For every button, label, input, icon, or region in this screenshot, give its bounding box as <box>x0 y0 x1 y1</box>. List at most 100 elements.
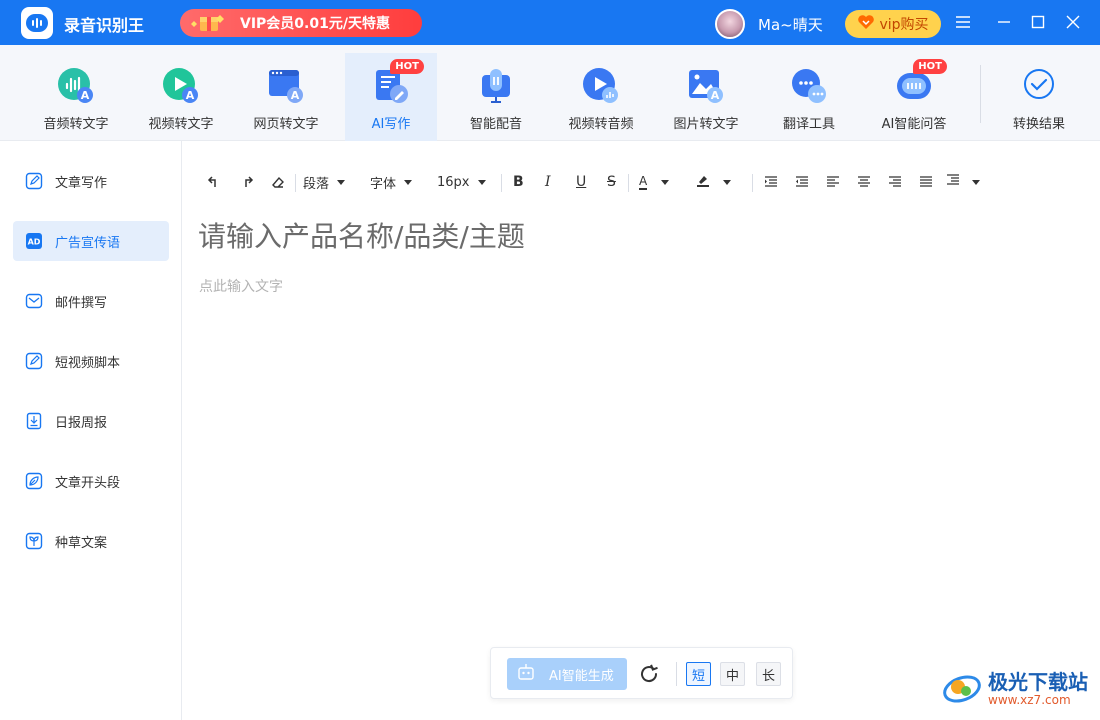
paragraph-select[interactable]: 段落 <box>303 168 346 196</box>
sidebar-item-ad-slogan[interactable]: AD 广告宣传语 <box>13 221 169 261</box>
app-title: 录音识别王 <box>64 16 145 35</box>
tool-label: 智能配音 <box>469 117 522 132</box>
body-input[interactable]: 点此输入文字 <box>199 276 283 296</box>
translate-icon <box>790 67 828 105</box>
tool-translate[interactable]: 翻译工具 <box>763 53 855 141</box>
maximize-icon[interactable] <box>1028 12 1048 32</box>
close-icon[interactable] <box>1063 12 1083 32</box>
bold-button[interactable]: B <box>513 168 524 196</box>
chevron-down-icon <box>972 179 980 185</box>
align-justify-icon[interactable] <box>919 168 933 196</box>
font-family-select[interactable]: 字体 <box>370 168 413 196</box>
tool-ai-writing[interactable]: HOT AI写作 <box>345 53 437 141</box>
image-to-text-icon: A <box>687 67 725 105</box>
undo-icon[interactable] <box>207 168 221 196</box>
sidebar-item-video-script[interactable]: 短视频脚本 <box>13 341 169 381</box>
align-right-icon[interactable] <box>888 168 902 196</box>
strikethrough-button[interactable]: S <box>607 168 616 196</box>
font-color-icon: A <box>639 173 648 190</box>
refresh-icon[interactable] <box>637 662 661 686</box>
length-short-button[interactable]: 短 <box>686 662 711 686</box>
tool-ai-qa[interactable]: HOT AI智能问答 <box>868 53 960 141</box>
eraser-icon[interactable] <box>271 168 285 196</box>
indent-decrease-icon[interactable] <box>795 168 809 196</box>
vip-heart-icon <box>857 14 875 34</box>
audio-to-text-icon: A <box>57 67 95 105</box>
highlight-button[interactable] <box>695 168 731 196</box>
tool-label: 视频转音频 <box>568 117 634 132</box>
sidebar-item-article-writing[interactable]: 文章写作 <box>13 161 169 201</box>
web-to-text-icon: A <box>267 67 305 105</box>
svg-text:A: A <box>186 89 195 102</box>
line-height-icon <box>946 174 960 190</box>
check-circle-icon <box>1020 67 1058 105</box>
hot-badge: HOT <box>390 59 424 74</box>
tool-conversion-result[interactable]: 转换结果 <box>993 53 1085 141</box>
avatar[interactable] <box>715 9 745 39</box>
title-input[interactable]: 请输入产品名称/品类/主题 <box>198 215 525 255</box>
redo-icon[interactable] <box>240 168 254 196</box>
sidebar-item-opening-paragraph[interactable]: 文章开头段 <box>13 461 169 501</box>
app-logo-icon <box>21 7 53 39</box>
pen-icon <box>25 172 43 190</box>
font-color-button[interactable]: A <box>639 168 670 196</box>
tool-label: 网页转文字 <box>253 117 319 132</box>
tool-image-to-text[interactable]: A 图片转文字 <box>660 53 752 141</box>
tool-video-to-audio[interactable]: 视频转音频 <box>555 53 647 141</box>
ai-writing-icon: HOT <box>372 59 424 105</box>
generate-divider <box>676 662 677 686</box>
menu-icon[interactable] <box>953 12 973 32</box>
toolbar-divider <box>752 174 753 192</box>
line-height-button[interactable] <box>946 168 980 196</box>
tool-video-to-text[interactable]: A 视频转文字 <box>135 53 227 141</box>
sidebar-item-recommend-copy[interactable]: 种草文案 <box>13 521 169 561</box>
chevron-down-icon <box>723 179 731 185</box>
editor-toolbar: 段落 字体 16px B I U S A <box>195 168 1095 196</box>
font-size-select[interactable]: 16px <box>437 168 486 196</box>
font-size-select-label: 16px <box>437 174 470 190</box>
ad-icon: AD <box>25 232 43 250</box>
align-center-icon[interactable] <box>857 168 871 196</box>
svg-text:A: A <box>711 89 720 102</box>
sidebar-item-label: 种草文案 <box>55 535 108 551</box>
underline-button[interactable]: U <box>576 168 586 196</box>
robot-icon <box>517 663 535 685</box>
generate-bar: AI智能生成 短 中 长 <box>490 647 793 699</box>
font-family-select-label: 字体 <box>370 176 397 192</box>
highlighter-icon <box>695 173 711 191</box>
tool-web-to-text[interactable]: A 网页转文字 <box>240 53 332 141</box>
chevron-down-icon <box>337 179 346 185</box>
svg-text:AD: AD <box>28 238 41 247</box>
vip-promo-text: VIP会员0.01元/天特惠 <box>240 16 390 32</box>
pen-icon <box>25 352 43 370</box>
vip-promo-banner[interactable]: VIP会员0.01元/天特惠 <box>180 9 422 37</box>
vip-buy-label: vip购买 <box>879 17 929 33</box>
chevron-down-icon <box>477 179 486 185</box>
vip-buy-button[interactable]: vip购买 <box>845 10 941 38</box>
indent-increase-icon[interactable] <box>764 168 778 196</box>
sidebar-item-report[interactable]: 日报周报 <box>13 401 169 441</box>
ai-qa-icon: HOT <box>895 59 947 105</box>
username[interactable]: Ma~晴天 <box>758 14 823 35</box>
dubbing-icon <box>477 67 515 105</box>
sidebar-item-label: 文章写作 <box>55 175 108 191</box>
tool-dubbing[interactable]: 智能配音 <box>450 53 542 141</box>
chevron-down-icon <box>661 179 670 185</box>
sidebar-item-label: 日报周报 <box>55 415 108 431</box>
toolbar-divider <box>295 174 296 192</box>
align-left-icon[interactable] <box>826 168 840 196</box>
italic-button[interactable]: I <box>545 168 551 196</box>
minimize-icon[interactable] <box>994 12 1014 32</box>
toolbar-divider <box>501 174 502 192</box>
sidebar-item-email[interactable]: 邮件撰写 <box>13 281 169 321</box>
tool-label: 音频转文字 <box>43 117 109 132</box>
mail-icon <box>25 292 43 310</box>
tool-audio-to-text[interactable]: A 音频转文字 <box>30 53 122 141</box>
ai-generate-button[interactable]: AI智能生成 <box>507 658 627 690</box>
length-long-button[interactable]: 长 <box>756 662 781 686</box>
paragraph-select-label: 段落 <box>303 176 330 192</box>
gift-icon <box>188 11 232 35</box>
tool-label: 转换结果 <box>1012 117 1065 132</box>
length-medium-button[interactable]: 中 <box>720 662 745 686</box>
sidebar-item-label: 广告宣传语 <box>55 235 121 251</box>
